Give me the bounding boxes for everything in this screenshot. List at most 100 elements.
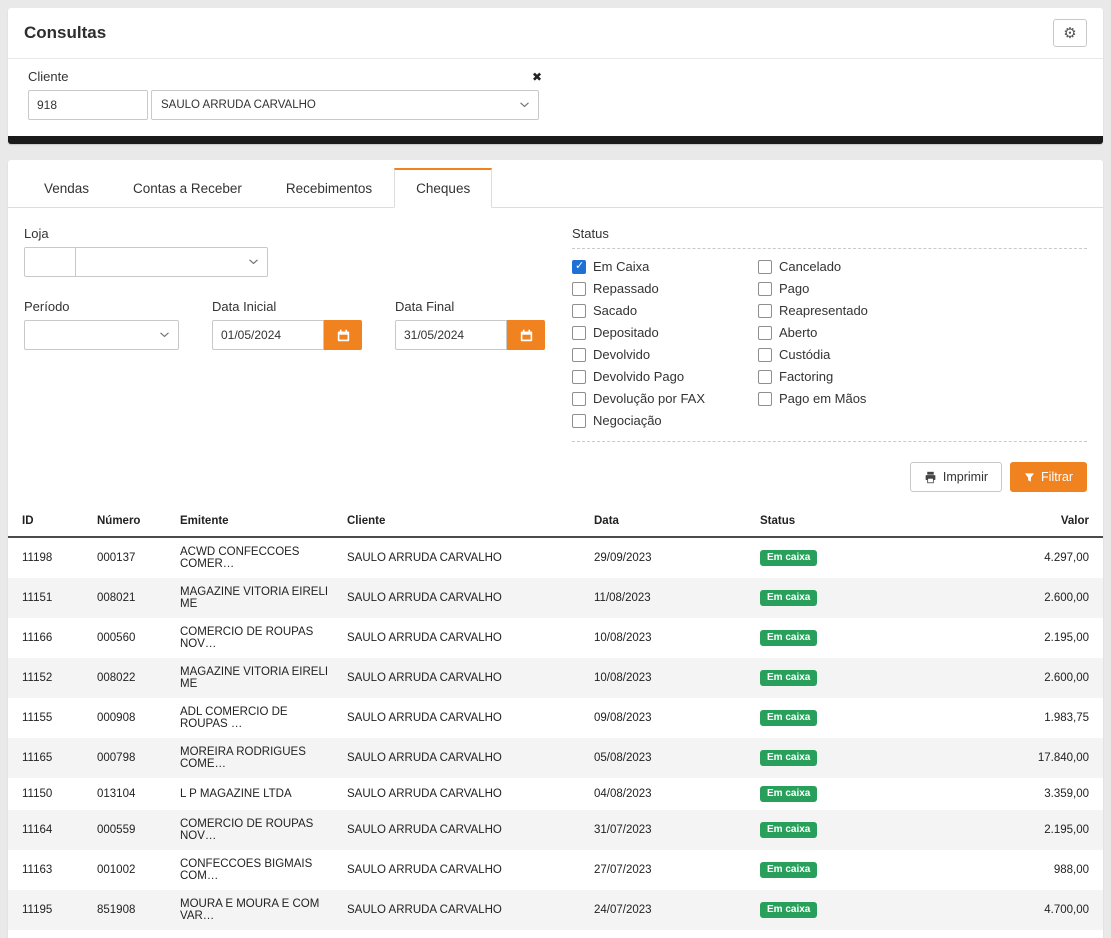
cell-data: 24/07/2023 <box>588 890 754 930</box>
status-checkbox-group: Em Caixa Repassado Sacado <box>572 248 1087 442</box>
checkbox-icon[interactable] <box>572 282 586 296</box>
settings-button[interactable]: ⚙ <box>1053 19 1087 47</box>
checkbox-icon[interactable] <box>572 370 586 384</box>
data-inicial-label: Data Inicial <box>212 299 362 314</box>
table-row[interactable]: 11166 000560 COMERCIO DE ROUPAS NOV… SAU… <box>8 618 1103 658</box>
checkbox-icon[interactable] <box>572 348 586 362</box>
status-checkbox[interactable]: Depositado <box>572 325 758 340</box>
table-row[interactable]: 11164 000559 COMERCIO DE ROUPAS NOV… SAU… <box>8 810 1103 850</box>
status-checkbox[interactable]: Factoring <box>758 369 1087 384</box>
table-row[interactable]: 11155 000908 ADL COMERCIO DE ROUPAS … SA… <box>8 698 1103 738</box>
data-final-calendar-button[interactable] <box>507 320 545 350</box>
status-badge: Em caixa <box>760 630 817 646</box>
data-inicial-calendar-button[interactable] <box>324 320 362 350</box>
checkbox-icon[interactable] <box>758 370 772 384</box>
col-status[interactable]: Status <box>754 506 909 537</box>
cell-status: Em caixa <box>754 658 909 698</box>
tab[interactable]: Cheques <box>394 168 492 208</box>
table-row[interactable]: 11150 013104 L P MAGAZINE LTDA SAULO ARR… <box>8 778 1103 810</box>
chevron-down-icon <box>249 259 258 265</box>
status-checkbox[interactable]: Pago <box>758 281 1087 296</box>
actions-row: Imprimir Filtrar <box>8 442 1103 506</box>
cell-status: Em caixa <box>754 738 909 778</box>
status-checkbox-label: Devolvido <box>593 347 650 362</box>
status-checkbox[interactable]: Devolução por FAX <box>572 391 758 406</box>
checkbox-icon[interactable] <box>758 326 772 340</box>
cell-valor: 2.600,00 <box>909 578 1103 618</box>
col-emitente[interactable]: Emitente <box>174 506 341 537</box>
status-checkbox[interactable]: Reapresentado <box>758 303 1087 318</box>
col-cliente[interactable]: Cliente <box>341 506 588 537</box>
col-data[interactable]: Data <box>588 506 754 537</box>
tab[interactable]: Contas a Receber <box>111 169 264 208</box>
chevron-down-icon <box>520 102 529 108</box>
status-checkbox[interactable]: Repassado <box>572 281 758 296</box>
checkbox-icon[interactable] <box>572 414 586 428</box>
client-code-input[interactable] <box>28 90 148 120</box>
status-badge: Em caixa <box>760 750 817 766</box>
table-row[interactable]: 11198 000137 ACWD CONFECCOES COMER… SAUL… <box>8 537 1103 578</box>
status-checkbox[interactable]: Pago em Mãos <box>758 391 1087 406</box>
table-row[interactable]: 11165 000798 MOREIRA RODRIGUES COME… SAU… <box>8 738 1103 778</box>
status-checkbox[interactable]: Aberto <box>758 325 1087 340</box>
status-badge: Em caixa <box>760 550 817 566</box>
status-checkbox-label: Sacado <box>593 303 637 318</box>
table-header-row: ID Número Emitente Cliente Data Status V… <box>8 506 1103 537</box>
loja-code-input[interactable] <box>24 247 76 277</box>
tab[interactable]: Vendas <box>22 169 111 208</box>
imprimir-button[interactable]: Imprimir <box>910 462 1002 492</box>
tab[interactable]: Recebimentos <box>264 169 394 208</box>
col-valor[interactable]: Valor <box>909 506 1103 537</box>
col-numero[interactable]: Número <box>91 506 174 537</box>
checkbox-icon[interactable] <box>758 282 772 296</box>
checkbox-icon[interactable] <box>572 326 586 340</box>
checkbox-icon[interactable] <box>572 260 586 274</box>
table-row[interactable]: 11163 001002 CONFECCOES BIGMAIS COM… SAU… <box>8 850 1103 890</box>
status-checkbox[interactable]: Negociação <box>572 413 758 428</box>
client-select[interactable]: SAULO ARRUDA CARVALHO <box>151 90 539 120</box>
status-checkbox[interactable]: Custódia <box>758 347 1087 362</box>
status-checkbox[interactable]: Devolvido Pago <box>572 369 758 384</box>
cell-numero: 000137 <box>91 537 174 578</box>
table-row[interactable]: 11151 008021 MAGAZINE VITORIA EIRELI ME … <box>8 578 1103 618</box>
checkbox-icon[interactable] <box>758 304 772 318</box>
client-select-value: SAULO ARRUDA CARVALHO <box>161 99 316 111</box>
checkbox-icon[interactable] <box>572 304 586 318</box>
filtrar-button[interactable]: Filtrar <box>1010 462 1087 492</box>
status-checkbox-label: Pago <box>779 281 809 296</box>
table-row[interactable]: 11152 008022 MAGAZINE VITORIA EIRELI ME … <box>8 658 1103 698</box>
status-checkbox-label: Aberto <box>779 325 817 340</box>
checkbox-icon[interactable] <box>758 260 772 274</box>
cell-emitente: COMERCIO DE ROUPAS NOV… <box>174 810 341 850</box>
cell-cliente: SAULO ARRUDA CARVALHO <box>341 810 588 850</box>
periodo-select[interactable] <box>24 320 179 350</box>
cell-numero: 000560 <box>91 618 174 658</box>
checkbox-icon[interactable] <box>758 392 772 406</box>
status-checkbox-label: Devolvido Pago <box>593 369 684 384</box>
periodo-label: Período <box>24 299 179 314</box>
col-id[interactable]: ID <box>8 506 91 537</box>
cell-valor: 3.359,00 <box>909 778 1103 810</box>
table-row[interactable]: 11195 851908 MOURA E MOURA E COM VAR… SA… <box>8 890 1103 930</box>
cell-emitente: L P MAGAZINE LTDA <box>174 778 341 810</box>
data-inicial-input[interactable] <box>212 320 324 350</box>
cell-id: 11152 <box>8 658 91 698</box>
loja-select[interactable] <box>76 247 268 277</box>
cell-data: 27/07/2023 <box>588 850 754 890</box>
status-checkbox-label: Devolução por FAX <box>593 391 705 406</box>
cell-status: Em caixa <box>754 890 909 930</box>
status-checkbox[interactable]: Devolvido <box>572 347 758 362</box>
cell-cliente: SAULO ARRUDA CARVALHO <box>341 738 588 778</box>
status-checkbox[interactable]: Sacado <box>572 303 758 318</box>
cell-numero: 851908 <box>91 890 174 930</box>
status-checkbox-label: Pago em Mãos <box>779 391 866 406</box>
data-final-input[interactable] <box>395 320 507 350</box>
cell-numero: 013104 <box>91 778 174 810</box>
status-checkbox[interactable]: Cancelado <box>758 259 1087 274</box>
table-row[interactable]: 11122 900139 S ARRUDA CARVALHO ME SAULO … <box>8 930 1103 938</box>
clear-client-icon[interactable]: ✖ <box>532 71 542 83</box>
cell-numero: 900139 <box>91 930 174 938</box>
checkbox-icon[interactable] <box>758 348 772 362</box>
checkbox-icon[interactable] <box>572 392 586 406</box>
status-checkbox[interactable]: Em Caixa <box>572 259 758 274</box>
